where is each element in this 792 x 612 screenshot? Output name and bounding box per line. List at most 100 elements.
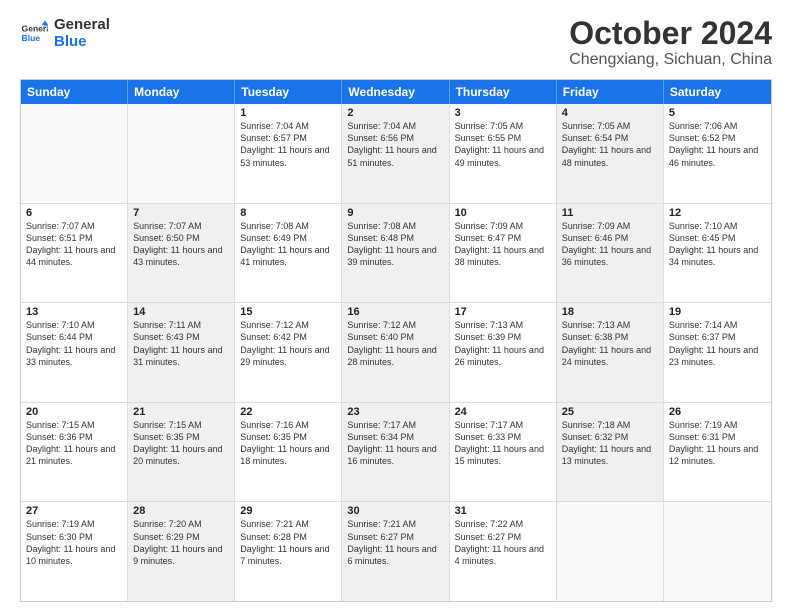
day-info: Sunrise: 7:09 AM Sunset: 6:47 PM Dayligh… (455, 220, 551, 269)
day-info: Sunrise: 7:09 AM Sunset: 6:46 PM Dayligh… (562, 220, 658, 269)
day-info: Sunrise: 7:08 AM Sunset: 6:48 PM Dayligh… (347, 220, 443, 269)
calendar-cell: 19Sunrise: 7:14 AM Sunset: 6:37 PM Dayli… (664, 303, 771, 402)
day-number: 4 (562, 107, 658, 119)
day-number: 31 (455, 505, 551, 517)
day-number: 13 (26, 306, 122, 318)
day-info: Sunrise: 7:21 AM Sunset: 6:28 PM Dayligh… (240, 518, 336, 567)
day-number: 26 (669, 406, 766, 418)
title-area: October 2024 Chengxiang, Sichuan, China (569, 16, 772, 69)
calendar-cell: 28Sunrise: 7:20 AM Sunset: 6:29 PM Dayli… (128, 502, 235, 601)
header-day-thursday: Thursday (450, 80, 557, 104)
calendar-week-5: 27Sunrise: 7:19 AM Sunset: 6:30 PM Dayli… (21, 502, 771, 601)
day-info: Sunrise: 7:12 AM Sunset: 6:40 PM Dayligh… (347, 319, 443, 368)
calendar-cell (128, 104, 235, 203)
calendar-header: SundayMondayTuesdayWednesdayThursdayFrid… (21, 80, 771, 104)
day-info: Sunrise: 7:08 AM Sunset: 6:49 PM Dayligh… (240, 220, 336, 269)
calendar-cell: 30Sunrise: 7:21 AM Sunset: 6:27 PM Dayli… (342, 502, 449, 601)
day-info: Sunrise: 7:13 AM Sunset: 6:39 PM Dayligh… (455, 319, 551, 368)
day-info: Sunrise: 7:20 AM Sunset: 6:29 PM Dayligh… (133, 518, 229, 567)
calendar-cell (664, 502, 771, 601)
day-number: 7 (133, 207, 229, 219)
day-info: Sunrise: 7:15 AM Sunset: 6:35 PM Dayligh… (133, 419, 229, 468)
day-number: 6 (26, 207, 122, 219)
header-day-sunday: Sunday (21, 80, 128, 104)
day-info: Sunrise: 7:19 AM Sunset: 6:30 PM Dayligh… (26, 518, 122, 567)
day-number: 28 (133, 505, 229, 517)
day-info: Sunrise: 7:15 AM Sunset: 6:36 PM Dayligh… (26, 419, 122, 468)
calendar-cell: 1Sunrise: 7:04 AM Sunset: 6:57 PM Daylig… (235, 104, 342, 203)
day-info: Sunrise: 7:17 AM Sunset: 6:33 PM Dayligh… (455, 419, 551, 468)
calendar-cell (21, 104, 128, 203)
svg-text:Blue: Blue (22, 33, 41, 43)
calendar-week-4: 20Sunrise: 7:15 AM Sunset: 6:36 PM Dayli… (21, 403, 771, 503)
day-number: 27 (26, 505, 122, 517)
day-info: Sunrise: 7:13 AM Sunset: 6:38 PM Dayligh… (562, 319, 658, 368)
calendar-week-3: 13Sunrise: 7:10 AM Sunset: 6:44 PM Dayli… (21, 303, 771, 403)
day-number: 23 (347, 406, 443, 418)
calendar-cell: 7Sunrise: 7:07 AM Sunset: 6:50 PM Daylig… (128, 204, 235, 303)
day-info: Sunrise: 7:05 AM Sunset: 6:55 PM Dayligh… (455, 120, 551, 169)
calendar-cell: 25Sunrise: 7:18 AM Sunset: 6:32 PM Dayli… (557, 403, 664, 502)
day-number: 11 (562, 207, 658, 219)
day-number: 30 (347, 505, 443, 517)
day-info: Sunrise: 7:10 AM Sunset: 6:45 PM Dayligh… (669, 220, 766, 269)
day-number: 22 (240, 406, 336, 418)
calendar-cell: 16Sunrise: 7:12 AM Sunset: 6:40 PM Dayli… (342, 303, 449, 402)
day-number: 1 (240, 107, 336, 119)
calendar-cell (557, 502, 664, 601)
calendar-body: 1Sunrise: 7:04 AM Sunset: 6:57 PM Daylig… (21, 104, 771, 601)
calendar-cell: 26Sunrise: 7:19 AM Sunset: 6:31 PM Dayli… (664, 403, 771, 502)
day-number: 8 (240, 207, 336, 219)
header-day-wednesday: Wednesday (342, 80, 449, 104)
day-number: 14 (133, 306, 229, 318)
day-number: 15 (240, 306, 336, 318)
logo-general: General (54, 16, 110, 33)
calendar-cell: 11Sunrise: 7:09 AM Sunset: 6:46 PM Dayli… (557, 204, 664, 303)
calendar-cell: 10Sunrise: 7:09 AM Sunset: 6:47 PM Dayli… (450, 204, 557, 303)
day-info: Sunrise: 7:04 AM Sunset: 6:56 PM Dayligh… (347, 120, 443, 169)
logo-blue: Blue (54, 33, 110, 50)
day-number: 5 (669, 107, 766, 119)
day-info: Sunrise: 7:16 AM Sunset: 6:35 PM Dayligh… (240, 419, 336, 468)
calendar-cell: 14Sunrise: 7:11 AM Sunset: 6:43 PM Dayli… (128, 303, 235, 402)
calendar-cell: 6Sunrise: 7:07 AM Sunset: 6:51 PM Daylig… (21, 204, 128, 303)
calendar-cell: 22Sunrise: 7:16 AM Sunset: 6:35 PM Dayli… (235, 403, 342, 502)
calendar-week-2: 6Sunrise: 7:07 AM Sunset: 6:51 PM Daylig… (21, 204, 771, 304)
day-number: 12 (669, 207, 766, 219)
day-number: 29 (240, 505, 336, 517)
calendar-subtitle: Chengxiang, Sichuan, China (569, 51, 772, 69)
calendar-cell: 8Sunrise: 7:08 AM Sunset: 6:49 PM Daylig… (235, 204, 342, 303)
day-info: Sunrise: 7:18 AM Sunset: 6:32 PM Dayligh… (562, 419, 658, 468)
day-number: 3 (455, 107, 551, 119)
header-day-monday: Monday (128, 80, 235, 104)
day-info: Sunrise: 7:21 AM Sunset: 6:27 PM Dayligh… (347, 518, 443, 567)
calendar-week-1: 1Sunrise: 7:04 AM Sunset: 6:57 PM Daylig… (21, 104, 771, 204)
day-info: Sunrise: 7:14 AM Sunset: 6:37 PM Dayligh… (669, 319, 766, 368)
calendar-title: October 2024 (569, 16, 772, 51)
calendar-cell: 13Sunrise: 7:10 AM Sunset: 6:44 PM Dayli… (21, 303, 128, 402)
day-info: Sunrise: 7:05 AM Sunset: 6:54 PM Dayligh… (562, 120, 658, 169)
calendar-cell: 27Sunrise: 7:19 AM Sunset: 6:30 PM Dayli… (21, 502, 128, 601)
calendar-cell: 17Sunrise: 7:13 AM Sunset: 6:39 PM Dayli… (450, 303, 557, 402)
logo: General Blue General Blue (20, 16, 110, 51)
calendar-cell: 20Sunrise: 7:15 AM Sunset: 6:36 PM Dayli… (21, 403, 128, 502)
day-info: Sunrise: 7:10 AM Sunset: 6:44 PM Dayligh… (26, 319, 122, 368)
day-info: Sunrise: 7:19 AM Sunset: 6:31 PM Dayligh… (669, 419, 766, 468)
day-number: 24 (455, 406, 551, 418)
calendar-cell: 2Sunrise: 7:04 AM Sunset: 6:56 PM Daylig… (342, 104, 449, 203)
day-number: 19 (669, 306, 766, 318)
day-info: Sunrise: 7:04 AM Sunset: 6:57 PM Dayligh… (240, 120, 336, 169)
calendar-cell: 12Sunrise: 7:10 AM Sunset: 6:45 PM Dayli… (664, 204, 771, 303)
calendar-cell: 3Sunrise: 7:05 AM Sunset: 6:55 PM Daylig… (450, 104, 557, 203)
calendar: SundayMondayTuesdayWednesdayThursdayFrid… (20, 79, 772, 602)
generalblue-logo-icon: General Blue (20, 19, 48, 47)
calendar-cell: 29Sunrise: 7:21 AM Sunset: 6:28 PM Dayli… (235, 502, 342, 601)
calendar-cell: 5Sunrise: 7:06 AM Sunset: 6:52 PM Daylig… (664, 104, 771, 203)
day-info: Sunrise: 7:11 AM Sunset: 6:43 PM Dayligh… (133, 319, 229, 368)
header-day-saturday: Saturday (664, 80, 771, 104)
header: General Blue General Blue October 2024 C… (20, 16, 772, 69)
day-info: Sunrise: 7:07 AM Sunset: 6:51 PM Dayligh… (26, 220, 122, 269)
day-number: 2 (347, 107, 443, 119)
header-day-friday: Friday (557, 80, 664, 104)
day-number: 9 (347, 207, 443, 219)
